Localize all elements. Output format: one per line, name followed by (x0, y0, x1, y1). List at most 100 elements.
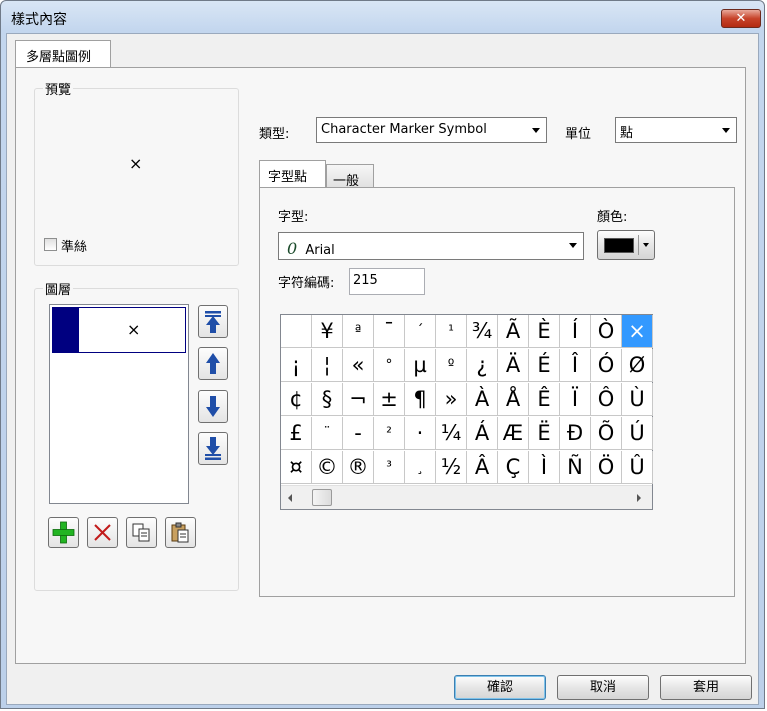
character-cell[interactable]: Ø (622, 349, 653, 382)
character-cell[interactable]: - (343, 417, 374, 450)
character-cell[interactable]: ½ (436, 451, 467, 484)
character-cell[interactable]: Í (560, 315, 591, 348)
character-cell[interactable]: Î (560, 349, 591, 382)
character-cell[interactable]: ± (374, 383, 405, 416)
character-cell[interactable]: ¤ (281, 451, 312, 484)
character-cell[interactable]: ¯ (374, 315, 405, 348)
character-cell[interactable]: Ä (498, 349, 529, 382)
scroll-right-icon[interactable] (637, 494, 641, 502)
tab-multilayer-point-legend[interactable]: 多層點圖例 (15, 40, 111, 68)
character-cell[interactable]: ¥ (312, 315, 343, 348)
move-up-button[interactable] (198, 347, 228, 380)
character-cell[interactable]: Ê (529, 383, 560, 416)
cancel-button[interactable]: 取消 (557, 675, 649, 700)
close-button[interactable]: ✕ (721, 9, 761, 28)
character-cell[interactable]: Á (467, 417, 498, 450)
copy-layer-button[interactable] (126, 517, 157, 548)
character-cell[interactable]: ² (374, 417, 405, 450)
character-cell[interactable]: © (312, 451, 343, 484)
paste-layer-button[interactable] (165, 517, 196, 548)
character-cell[interactable]: Ô (591, 383, 622, 416)
chevron-down-icon (643, 243, 649, 247)
character-cell[interactable]: Û (622, 451, 653, 484)
arrow-down-icon (206, 396, 220, 417)
tab-font-point[interactable]: 字型點 (259, 160, 326, 188)
character-grid-cells: ¥ ª ¯ ´ ¹ ¾ Ã È Í Ò × ¡ ¦ «° µ º ¿ Ä É Î Ó Ø ¢ § ¬ ± ¶» À Å Ê Ï Ô Ù £ ¨ - ² ·… (281, 315, 653, 485)
character-cell[interactable]: Ñ (560, 451, 591, 484)
character-cell[interactable]: ¨ (312, 417, 343, 450)
add-layer-button[interactable] (48, 517, 79, 548)
character-cell[interactable]: ¿ (467, 349, 498, 382)
character-cell[interactable]: À (467, 383, 498, 416)
type-select[interactable]: Character Marker Symbol (316, 117, 547, 143)
apply-button[interactable]: 套用 (660, 675, 752, 700)
character-cell[interactable]: È (529, 315, 560, 348)
chevron-down-icon (532, 128, 540, 133)
character-cell[interactable]: É (529, 349, 560, 382)
character-cell[interactable]: ´ (405, 315, 436, 348)
character-cell[interactable]: Æ (498, 417, 529, 450)
layer-list[interactable]: × (49, 304, 189, 504)
type-label: 類型: (259, 127, 290, 142)
color-picker-button[interactable] (597, 230, 655, 260)
layer-symbol: × (127, 320, 141, 339)
character-cell[interactable]: Ã (498, 315, 529, 348)
character-cell[interactable]: ¦ (312, 349, 343, 382)
character-cell[interactable]: Ð (560, 417, 591, 450)
character-cell[interactable]: » (436, 383, 467, 416)
horizontal-scrollbar[interactable] (281, 485, 652, 509)
character-cell[interactable]: ¶ (405, 383, 436, 416)
character-cell[interactable]: Ö (591, 451, 622, 484)
character-cell[interactable]: ¸ (405, 451, 436, 484)
delete-layer-button[interactable] (87, 517, 118, 548)
title-bar[interactable]: 樣式內容 ✕ (1, 1, 764, 33)
character-cell[interactable]: ® (343, 451, 374, 484)
charcode-input[interactable]: 215 (349, 268, 425, 295)
color-picker-divider (638, 235, 639, 255)
character-cell[interactable]: « (343, 349, 374, 382)
character-cell[interactable]: ¹ (436, 315, 467, 348)
scroll-thumb[interactable] (312, 489, 332, 506)
preview-symbol: × (129, 154, 143, 173)
ok-button[interactable]: 確認 (454, 675, 546, 700)
move-to-top-button[interactable] (198, 305, 228, 338)
character-cell[interactable]: Å (498, 383, 529, 416)
move-down-button[interactable] (198, 390, 228, 423)
character-cell[interactable]: Â (467, 451, 498, 484)
character-cell[interactable]: Ò (591, 315, 622, 348)
character-cell[interactable]: Õ (591, 417, 622, 450)
character-cell[interactable]: ¬ (343, 383, 374, 416)
preview-checkbox[interactable] (44, 238, 57, 251)
character-cell[interactable]: Ë (529, 417, 560, 450)
character-cell[interactable]: · (405, 417, 436, 450)
character-cell[interactable]: £ (281, 417, 312, 450)
character-grid[interactable]: ¥ ª ¯ ´ ¹ ¾ Ã È Í Ò × ¡ ¦ «° µ º ¿ Ä É Î Ó Ø ¢ § ¬ ± ¶» À Å Ê Ï Ô Ù £ ¨ - ² ·… (280, 314, 653, 510)
character-cell[interactable]: ª (343, 315, 374, 348)
character-cell[interactable]: ³ (374, 451, 405, 484)
character-cell[interactable]: § (312, 383, 343, 416)
layer-item[interactable]: × (52, 307, 186, 353)
character-cell[interactable]: ° (374, 349, 405, 382)
character-cell[interactable]: ¢ (281, 383, 312, 416)
character-cell[interactable]: ¾ (467, 315, 498, 348)
character-cell[interactable]: µ (405, 349, 436, 382)
font-select[interactable]: 0 Arial (278, 232, 584, 260)
character-cell[interactable]: × (622, 315, 653, 348)
character-cell[interactable]: Ï (560, 383, 591, 416)
move-to-bottom-button[interactable] (198, 432, 228, 465)
character-cell[interactable] (281, 315, 312, 348)
character-cell[interactable]: Ç (498, 451, 529, 484)
character-cell[interactable]: Ó (591, 349, 622, 382)
font-select-value: Arial (305, 243, 335, 258)
character-cell[interactable]: ¡ (281, 349, 312, 382)
move-to-bottom-icon (205, 437, 221, 460)
character-cell[interactable]: Ù (622, 383, 653, 416)
character-cell[interactable]: ¼ (436, 417, 467, 450)
scroll-left-icon[interactable] (288, 494, 292, 502)
character-cell[interactable]: Ì (529, 451, 560, 484)
character-cell[interactable]: Ú (622, 417, 653, 450)
character-cell[interactable]: º (436, 349, 467, 382)
arrow-up-icon (206, 353, 220, 374)
unit-select[interactable]: 點 (615, 117, 737, 143)
tab-general[interactable]: 一般 (326, 164, 374, 189)
